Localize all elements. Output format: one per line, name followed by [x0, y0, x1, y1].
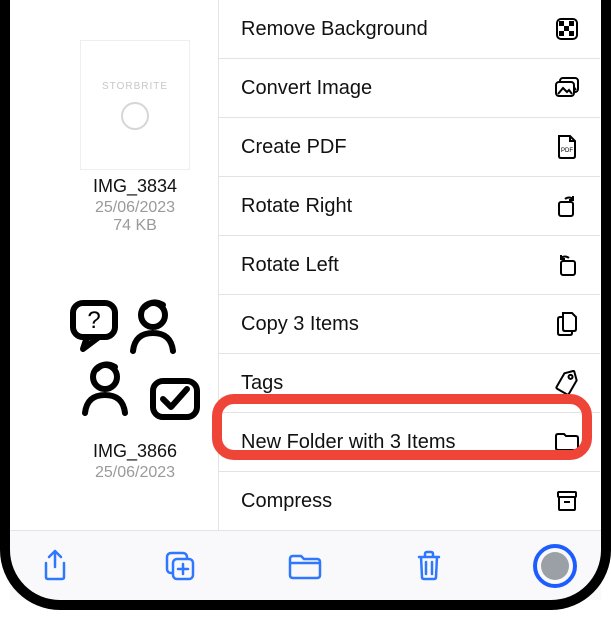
more-button[interactable] [533, 544, 577, 588]
context-menu: Remove Background Convert Image Create P… [218, 0, 600, 530]
thumbnail-item[interactable]: ? IMG_3866 25/06/2 [60, 295, 210, 482]
svg-text:?: ? [87, 307, 100, 334]
menu-item-label: Create PDF [241, 136, 554, 159]
menu-create-pdf[interactable]: Create PDF PDF [219, 118, 600, 177]
more-icon [541, 552, 569, 580]
menu-item-label: Tags [241, 372, 554, 395]
spinner-icon [121, 102, 149, 130]
menu-item-label: Copy 3 Items [241, 313, 554, 336]
rotate-right-icon [554, 193, 580, 219]
menu-item-label: Rotate Right [241, 195, 554, 218]
copy-icon [554, 311, 580, 337]
pdf-file-icon: PDF [554, 134, 580, 160]
thumbnail-date: 25/06/2023 [60, 464, 210, 482]
menu-tags[interactable]: Tags [219, 354, 600, 413]
trash-button[interactable] [408, 545, 450, 587]
thumbnail-preview: STORBRITE [80, 40, 190, 170]
menu-item-label: New Folder with 3 Items [241, 431, 554, 454]
folder-button[interactable] [284, 545, 326, 587]
bottom-toolbar [10, 530, 601, 600]
thumbnail-item[interactable]: STORBRITE IMG_3834 25/06/2023 74 KB [60, 40, 210, 235]
menu-rotate-left[interactable]: Rotate Left [219, 236, 600, 295]
menu-rotate-right[interactable]: Rotate Right [219, 177, 600, 236]
images-icon [554, 75, 580, 101]
menu-item-label: Remove Background [241, 18, 554, 41]
folder-plus-icon [554, 429, 580, 455]
thumbnail-date: 25/06/2023 [60, 199, 210, 217]
duplicate-button[interactable] [159, 545, 201, 587]
svg-text:PDF: PDF [561, 148, 573, 154]
menu-remove-background[interactable]: Remove Background [219, 0, 600, 59]
menu-new-folder-with-items[interactable]: New Folder with 3 Items [219, 413, 600, 472]
menu-item-label: Compress [241, 490, 554, 513]
folder-icon [287, 551, 323, 581]
people-qr-icon: ? [65, 295, 205, 435]
share-button[interactable] [34, 545, 76, 587]
menu-convert-image[interactable]: Convert Image [219, 59, 600, 118]
thumbnail-size: 74 KB [60, 217, 210, 235]
tag-icon [554, 370, 580, 396]
share-icon [40, 549, 70, 583]
thumbnail-watermark: STORBRITE [102, 81, 168, 92]
checker-icon [554, 16, 580, 42]
menu-item-label: Convert Image [241, 77, 554, 100]
archive-icon [554, 488, 580, 514]
thumbnail-name: IMG_3834 [60, 176, 210, 197]
rotate-left-icon [554, 252, 580, 278]
thumbnail-name: IMG_3866 [60, 441, 210, 462]
trash-icon [414, 549, 444, 583]
menu-compress[interactable]: Compress [219, 472, 600, 530]
duplicate-icon [163, 549, 197, 583]
menu-copy-items[interactable]: Copy 3 Items [219, 295, 600, 354]
thumbnail-preview: ? [65, 295, 205, 435]
thumbnail-column: STORBRITE IMG_3834 25/06/2023 74 KB ? [10, 0, 210, 542]
menu-item-label: Rotate Left [241, 254, 554, 277]
